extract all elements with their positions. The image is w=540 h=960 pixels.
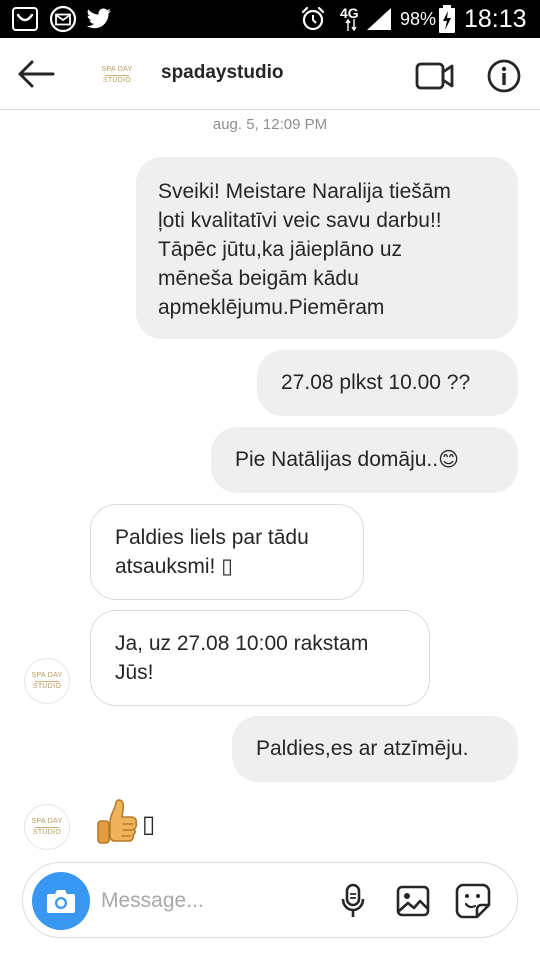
- sticker-icon: [455, 883, 491, 919]
- avatar-logo-text: SPA DAY: [101, 65, 133, 73]
- message-line: atsauksmi! ▯: [115, 555, 233, 578]
- message-line: mēneša beigām kādu: [158, 267, 359, 290]
- incoming-emoji-message[interactable]: ▯: [96, 796, 155, 852]
- smiling-face-emoji: 😊: [438, 449, 459, 471]
- message-line: Tāpēc jūtu,ka jāieplāno uz: [158, 238, 402, 261]
- message-line: Sveiki! Meistare Naralija tiešām: [158, 180, 451, 203]
- sender-avatar[interactable]: SPA DAY STUDIO: [24, 658, 70, 704]
- back-arrow-icon: [18, 60, 55, 88]
- message-line: Jūs!: [115, 661, 154, 684]
- thumbs-up-icon: [97, 799, 138, 844]
- voice-message-button[interactable]: [333, 881, 373, 921]
- battery-percent: 98%: [400, 9, 437, 29]
- incoming-message[interactable]: Ja, uz 27.08 10:00 rakstam Jūs!: [90, 610, 430, 706]
- message-input[interactable]: [101, 883, 321, 919]
- message-line: ļoti kvalitatīvi veic savu darbu!!: [158, 209, 442, 232]
- data-arrows-icon: [344, 14, 358, 36]
- battery-charging-icon: [438, 0, 456, 38]
- status-bar: 4G 98% 18:13: [0, 0, 540, 38]
- video-call-button[interactable]: [413, 58, 457, 94]
- avatar-logo-text: STUDIO: [32, 828, 62, 836]
- avatar-logo-text: SPA DAY: [31, 671, 63, 679]
- image-gallery-icon: [396, 885, 430, 917]
- clock: 18:13: [464, 5, 527, 33]
- info-icon: [487, 59, 521, 93]
- message-line: 27.08 plkst 10.00 ??: [281, 371, 471, 394]
- message-timestamp: aug. 5, 12:09 PM: [212, 116, 328, 133]
- outgoing-message[interactable]: Pie Natālijas domāju..😊: [211, 427, 518, 493]
- message-composer: [22, 862, 518, 938]
- signal-icon: [364, 0, 394, 38]
- message-line: Pie Natālijas domāju..😊: [235, 448, 459, 471]
- camera-button[interactable]: [32, 872, 90, 930]
- sender-avatar[interactable]: SPA DAY STUDIO: [24, 804, 70, 850]
- microphone-icon: [341, 883, 365, 917]
- header-avatar[interactable]: SPA DAY STUDIO: [94, 52, 140, 98]
- chat-header: SPA DAY STUDIO spadaystudio: [0, 38, 540, 110]
- outgoing-message[interactable]: Paldies,es ar atzīmēju.: [232, 716, 518, 782]
- message-line: Paldies liels par tādu: [115, 526, 309, 549]
- avatar-logo-text: STUDIO: [32, 682, 62, 690]
- camera-icon: [47, 890, 75, 913]
- avatar-logo-text: STUDIO: [102, 76, 132, 84]
- message-line: Ja, uz 27.08 10:00 rakstam: [115, 632, 369, 655]
- twitter-icon: [84, 0, 114, 38]
- alarm-icon: [298, 0, 328, 38]
- unsupported-emoji-glyph: ▯: [142, 810, 156, 838]
- mail-icon: [48, 0, 78, 38]
- message-line: apmeklējumu.Piemēram: [158, 296, 385, 319]
- gallery-button[interactable]: [393, 881, 433, 921]
- sticker-button[interactable]: [453, 881, 493, 921]
- video-camera-icon: [415, 62, 454, 90]
- info-button[interactable]: [484, 57, 524, 95]
- chat-title[interactable]: spadaystudio: [161, 62, 283, 84]
- avatar-logo-text: SPA DAY: [31, 817, 63, 825]
- back-button[interactable]: [14, 56, 58, 92]
- outgoing-message[interactable]: 27.08 plkst 10.00 ??: [257, 350, 518, 416]
- notification-icon: [10, 0, 40, 38]
- message-line: Paldies,es ar atzīmēju.: [256, 737, 469, 760]
- outgoing-message[interactable]: Sveiki! Meistare Naralija tiešām ļoti kv…: [136, 157, 518, 339]
- incoming-message[interactable]: Paldies liels par tādu atsauksmi! ▯: [90, 504, 364, 600]
